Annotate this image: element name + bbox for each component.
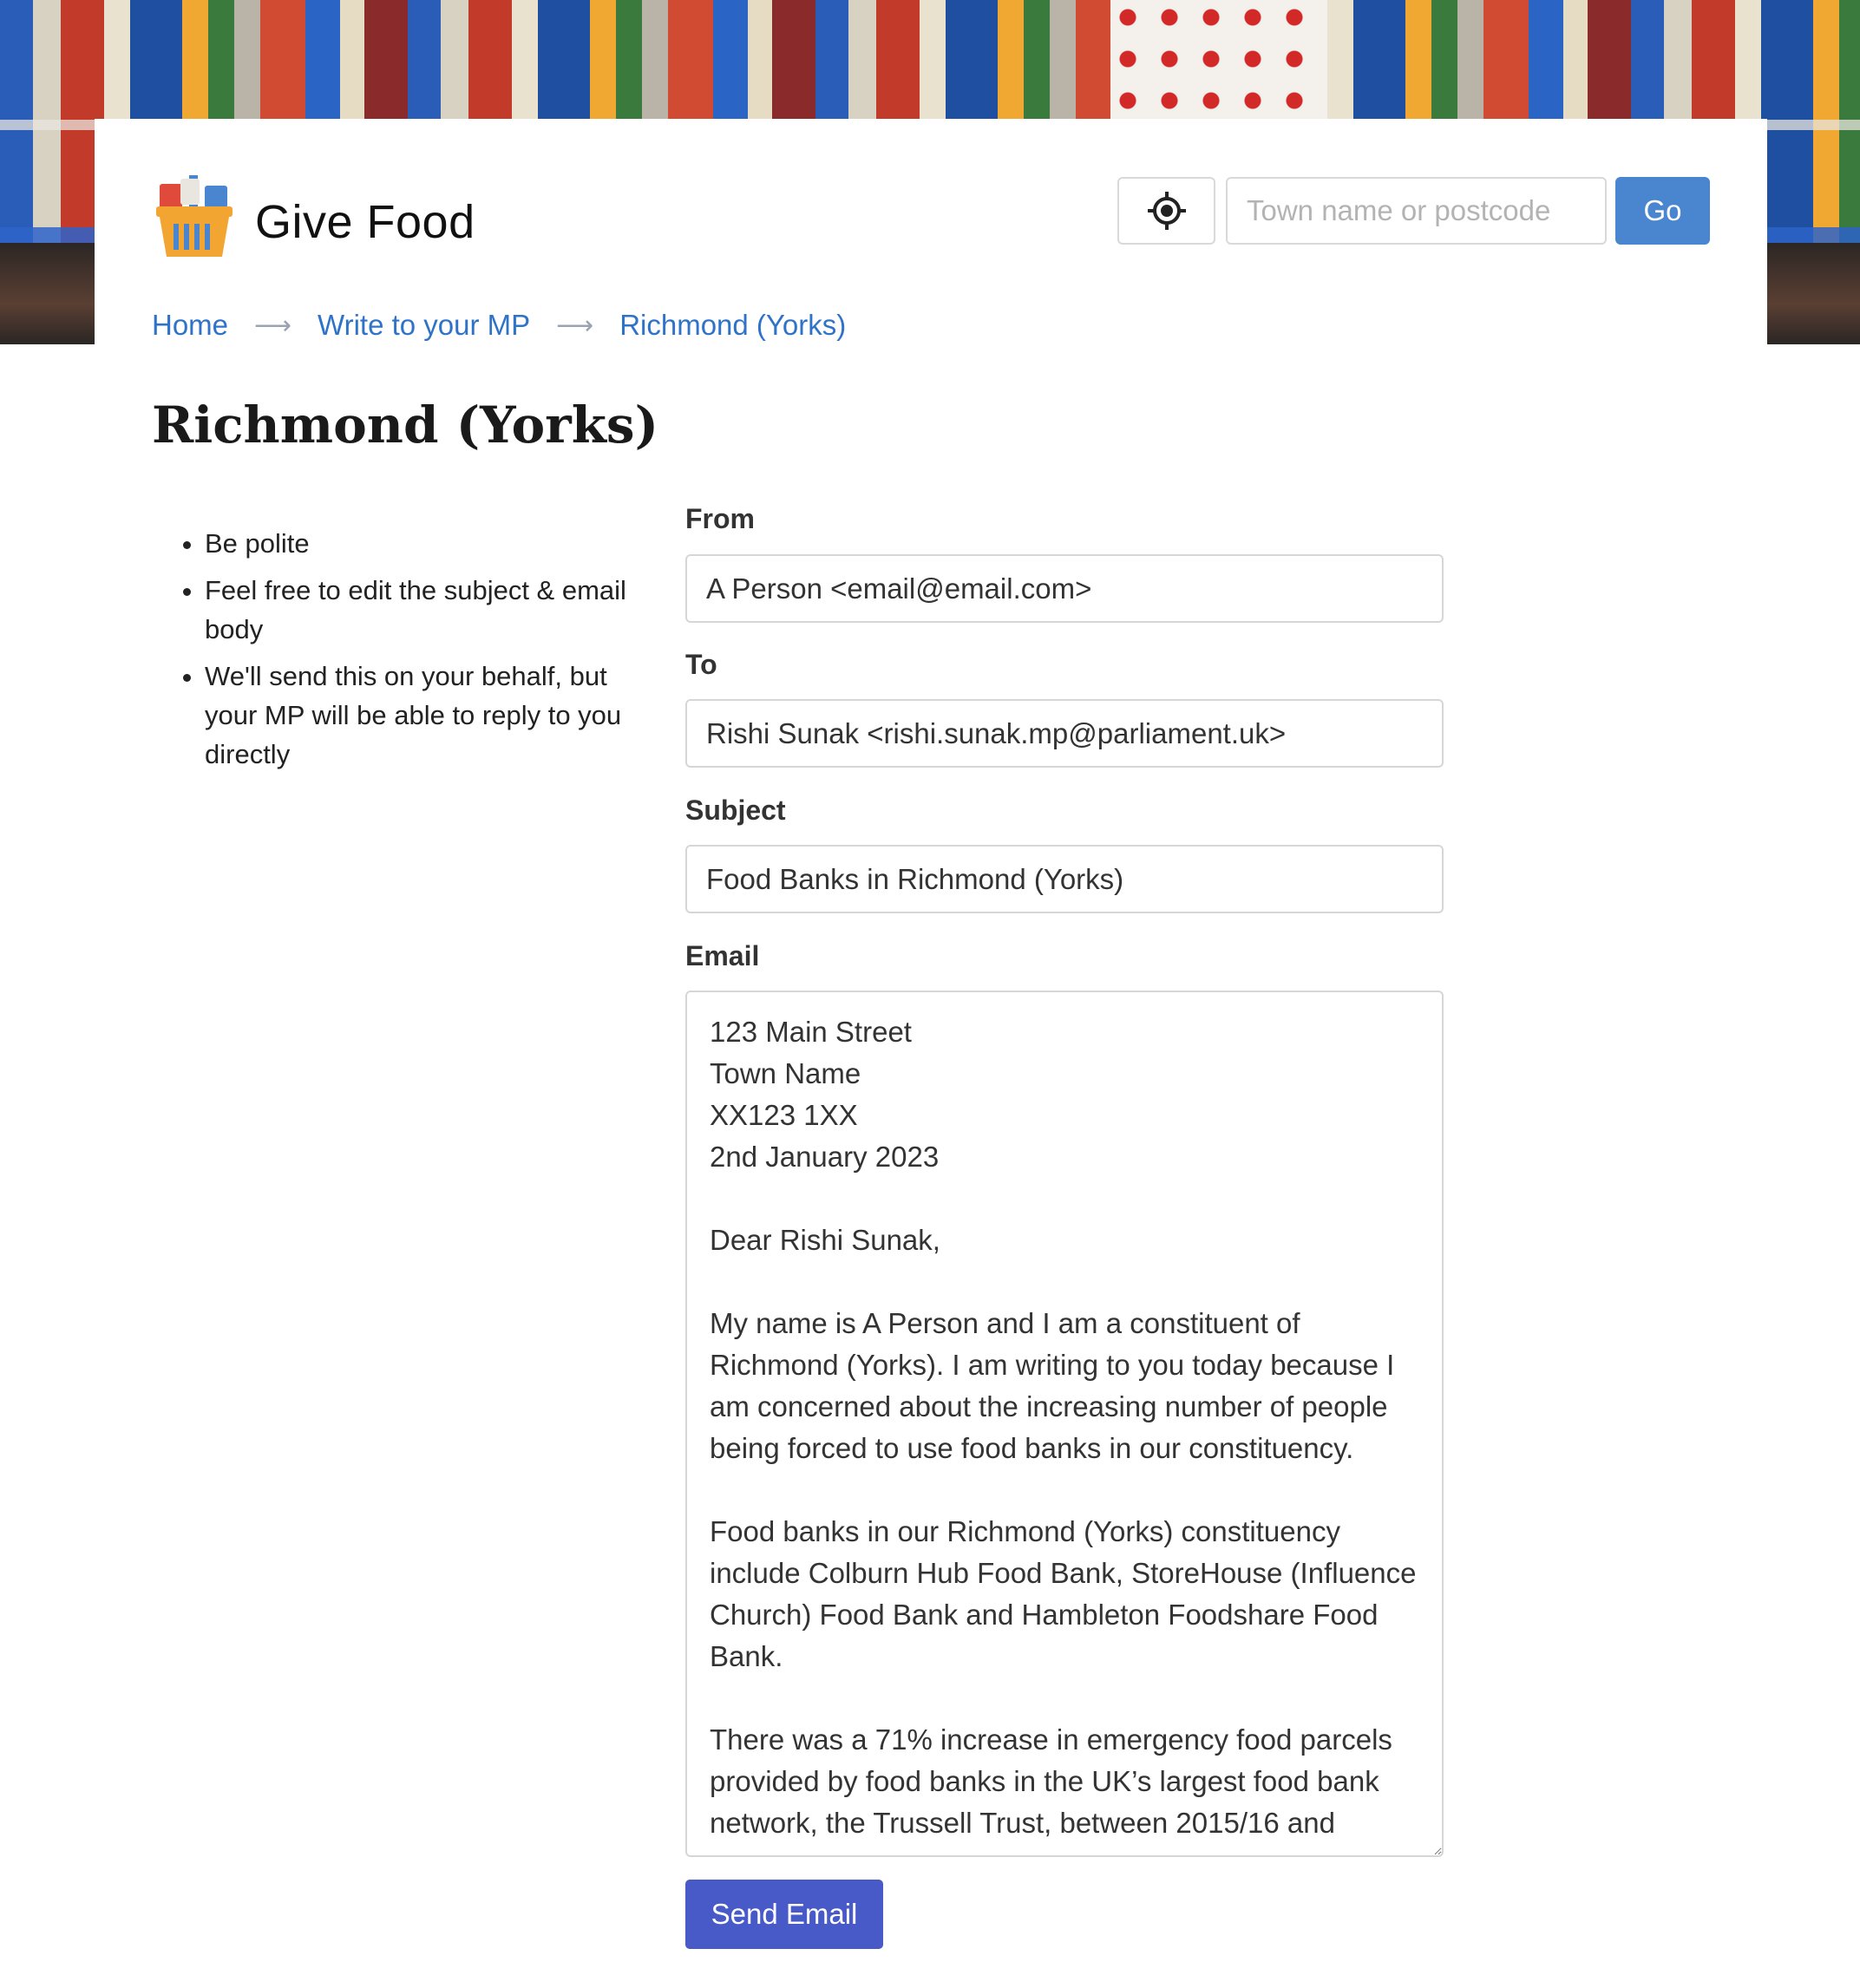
breadcrumb-arrow-icon: ⟶: [254, 311, 292, 340]
to-label: To: [685, 649, 717, 680]
tips-list: Be polite Feel free to edit the subject …: [178, 524, 656, 781]
breadcrumb-arrow-icon: ⟶: [556, 311, 594, 340]
tip-item: Feel free to edit the subject & email bo…: [205, 571, 656, 649]
basket-logo-icon[interactable]: [154, 173, 234, 260]
tip-item: Be polite: [205, 524, 656, 563]
subject-label: Subject: [685, 795, 786, 826]
site-brand[interactable]: Give Food: [255, 195, 475, 249]
breadcrumb-write-to-your-mp[interactable]: Write to your MP: [318, 309, 530, 342]
go-button[interactable]: Go: [1615, 177, 1710, 245]
tip-item: We'll send this on your behalf, but your…: [205, 657, 656, 774]
subject-field[interactable]: [685, 845, 1444, 913]
location-search-input[interactable]: [1226, 177, 1607, 245]
email-label: Email: [685, 940, 760, 971]
from-label: From: [685, 503, 755, 534]
breadcrumb: Home ⟶ Write to your MP ⟶ Richmond (York…: [152, 309, 846, 342]
email-body-textarea[interactable]: 123 Main Street Town Name XX123 1XX 2nd …: [685, 991, 1444, 1857]
page-title: Richmond (Yorks): [152, 396, 659, 454]
use-my-location-button[interactable]: [1117, 177, 1215, 245]
crosshair-icon: [1147, 192, 1186, 230]
send-email-button[interactable]: Send Email: [685, 1880, 883, 1949]
to-field[interactable]: [685, 699, 1444, 768]
breadcrumb-home[interactable]: Home: [152, 309, 228, 342]
from-field[interactable]: [685, 554, 1444, 623]
breadcrumb-constituency[interactable]: Richmond (Yorks): [619, 309, 846, 342]
